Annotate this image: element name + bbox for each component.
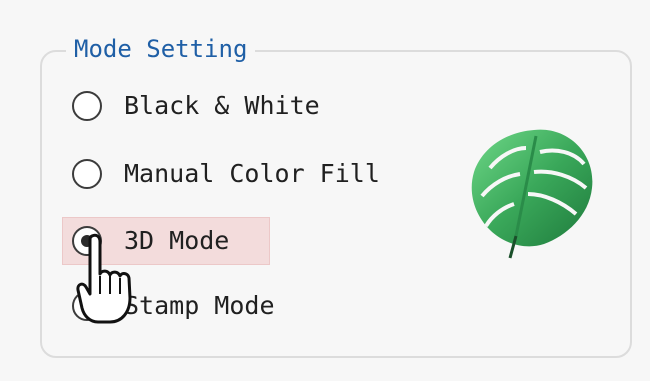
option-3d-mode[interactable]: 3D Mode (72, 221, 229, 261)
option-stamp-mode[interactable]: Stamp Mode (72, 286, 275, 326)
radio-manual-color-fill[interactable] (72, 159, 102, 189)
option-manual-color-fill[interactable]: Manual Color Fill (72, 154, 380, 194)
radio-black-white[interactable] (72, 91, 102, 121)
radio-3d-mode[interactable] (72, 226, 102, 256)
radio-stamp-mode[interactable] (72, 291, 102, 321)
mode-setting-title: Mode Setting (66, 32, 256, 66)
option-label: 3D Mode (124, 226, 230, 255)
option-label: Stamp Mode (124, 291, 275, 320)
monstera-leaf-icon (471, 129, 593, 259)
option-black-white[interactable]: Black & White (72, 86, 320, 126)
option-label: Manual Color Fill (124, 159, 380, 188)
option-label: Black & White (124, 91, 320, 120)
